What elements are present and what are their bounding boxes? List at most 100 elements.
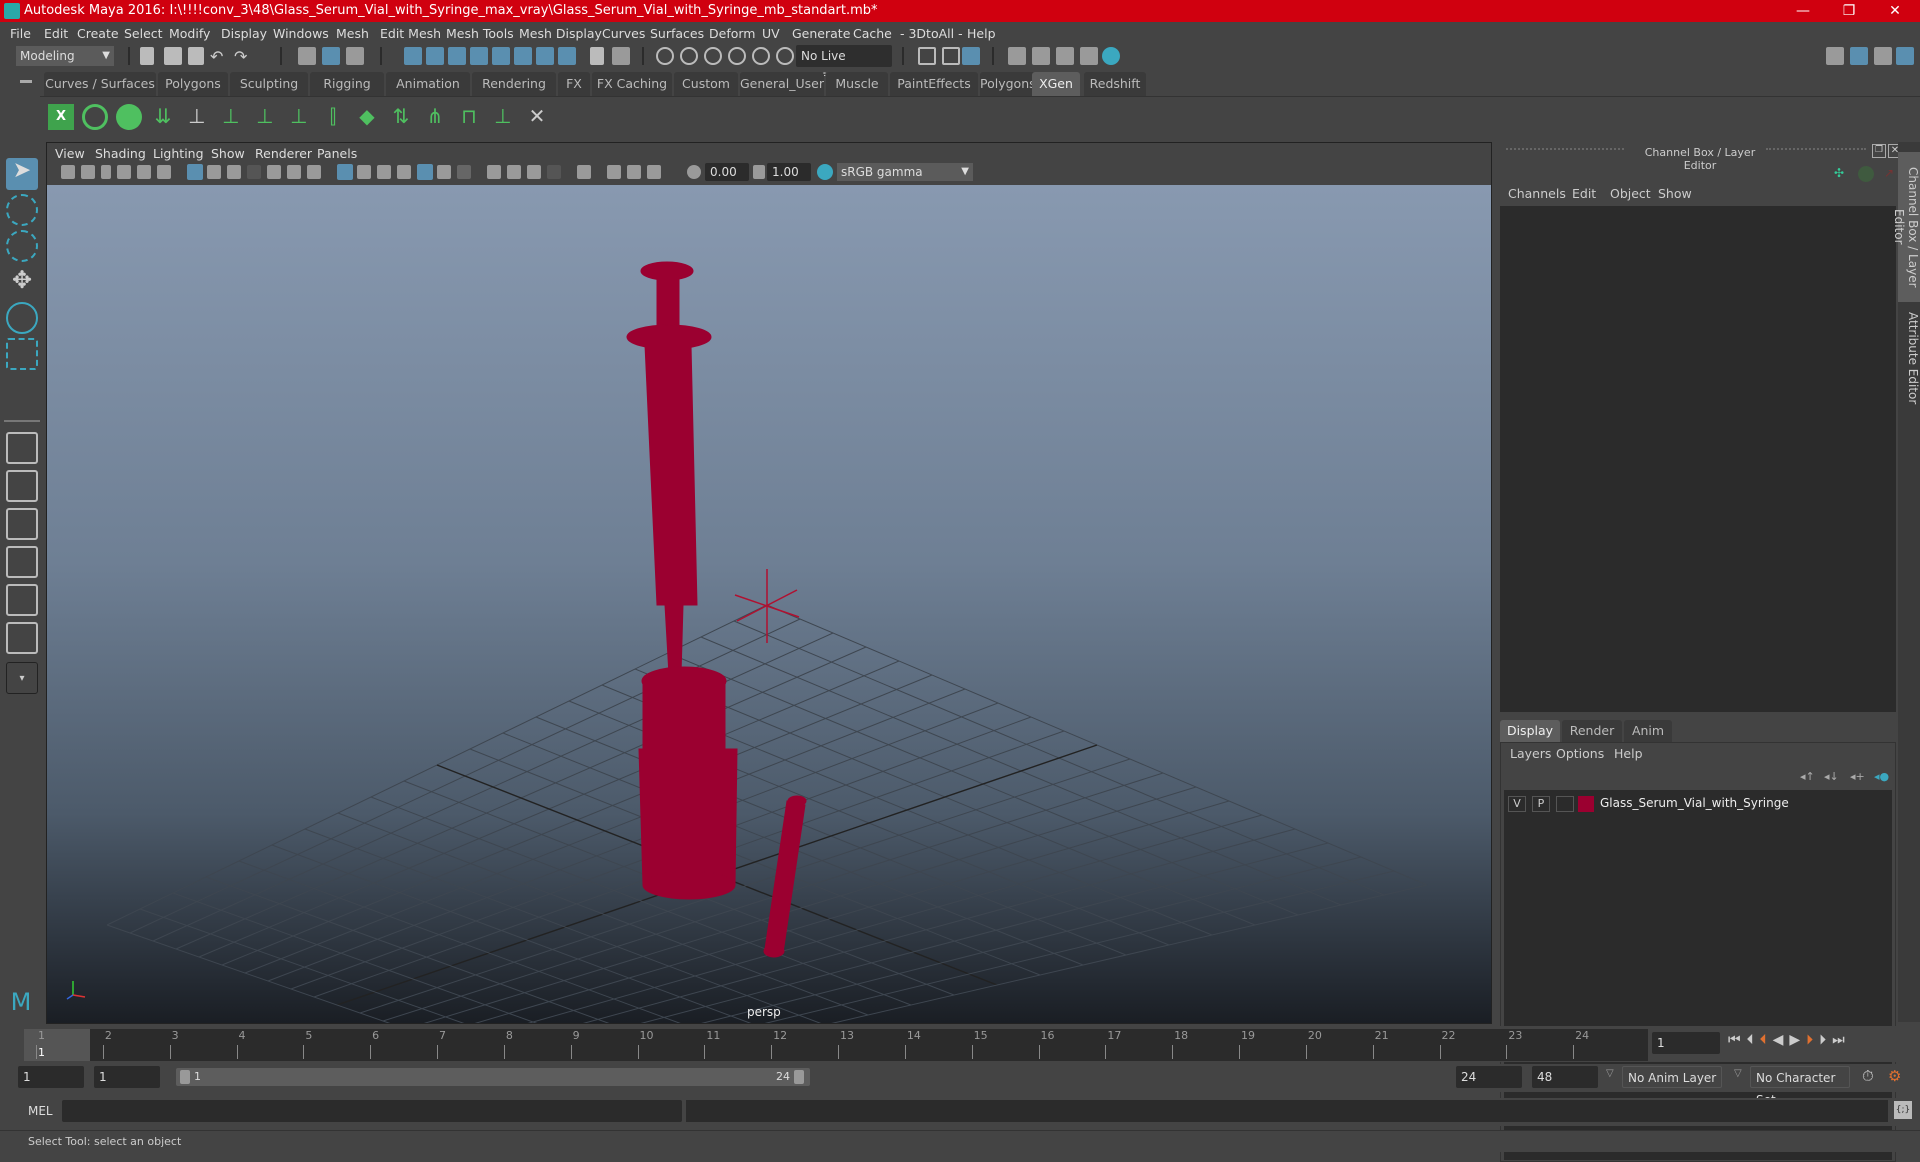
isolate-select-icon[interactable] <box>577 165 591 179</box>
shelf-menu-icon[interactable] <box>20 80 32 83</box>
menu-generate[interactable]: Generate <box>792 26 850 41</box>
layer-playback-toggle[interactable]: P <box>1532 796 1550 812</box>
shelf-tab-fx-caching[interactable]: FX Caching <box>592 72 672 96</box>
snap-point-icon[interactable] <box>704 47 722 65</box>
colorspace-dropdown[interactable]: sRGB gamma ▼ <box>837 163 973 181</box>
new-scene-icon[interactable] <box>140 47 154 65</box>
xgen-add-guide-icon[interactable]: ⇊ <box>150 104 176 130</box>
undo-icon[interactable]: ↶ <box>210 47 228 66</box>
side-tab-attribute-editor[interactable]: Attribute Editor <box>1898 308 1920 408</box>
single-perspective-layout-icon[interactable] <box>6 432 38 464</box>
screen-space-ao-icon[interactable] <box>487 165 501 179</box>
xgen-place-icon[interactable]: ⊥ <box>184 104 210 130</box>
menu-modify[interactable]: Modify <box>169 26 210 41</box>
command-language-label[interactable]: MEL <box>28 1104 53 1118</box>
xgen-cut-icon[interactable]: ⊥ <box>490 104 516 130</box>
menu-help[interactable]: Help <box>967 26 996 41</box>
menu-cache[interactable]: Cache <box>853 26 892 41</box>
menu-3dtoall[interactable]: - 3DtoAll - <box>900 26 963 41</box>
hypershade-layout-icon[interactable] <box>6 584 38 616</box>
motion-blur-icon[interactable] <box>507 165 521 179</box>
vp-menu-lighting[interactable]: Lighting <box>153 146 204 161</box>
go-to-end-icon[interactable]: ⏭ <box>1832 1032 1851 1048</box>
layer-name[interactable]: Glass_Serum_Vial_with_Syringe <box>1600 796 1789 810</box>
xgen-guide-a-icon[interactable]: ⊥ <box>218 104 244 130</box>
xgen-plane-icon[interactable]: ◆ <box>354 104 380 130</box>
ipr-render-icon[interactable] <box>1056 47 1074 65</box>
select-component-icon[interactable] <box>346 47 364 65</box>
side-tab-channel-box[interactable]: Channel Box / Layer Editor <box>1892 152 1920 302</box>
select-tool-icon[interactable]: ➤ <box>6 158 38 190</box>
default-material-icon[interactable] <box>397 165 411 179</box>
hypershade-icon[interactable] <box>1102 47 1120 65</box>
safe-title-icon[interactable] <box>307 165 321 179</box>
shelf-tab-curves-surfaces[interactable]: Curves / Surfaces <box>44 72 156 96</box>
new-layer-icon[interactable]: ◂+ <box>1850 770 1865 783</box>
xray-components-icon[interactable] <box>647 165 661 179</box>
mask-misc-icon[interactable] <box>558 47 576 65</box>
shelf-tab-polygons[interactable]: Polygons <box>158 72 228 96</box>
maximize-button[interactable]: ❐ <box>1826 0 1872 22</box>
shelf-tab-painteffects[interactable]: PaintEffects <box>890 72 978 96</box>
move-layer-up-icon[interactable]: ◂↑ <box>1800 770 1815 783</box>
camera-icon[interactable] <box>61 165 75 179</box>
new-layer-selected-icon[interactable]: ◂● <box>1874 770 1889 783</box>
mask-rendering-icon[interactable] <box>536 47 554 65</box>
vp-menu-panels[interactable]: Panels <box>317 146 357 161</box>
xgen-editor-icon[interactable]: X <box>48 104 74 130</box>
menu-curves[interactable]: Curves <box>602 26 645 41</box>
xray-icon[interactable] <box>607 165 621 179</box>
shadows-icon[interactable] <box>457 165 471 179</box>
shelf-tab-custom[interactable]: Custom <box>674 72 738 96</box>
construction-history-icon[interactable] <box>942 47 960 65</box>
resolution-gate-icon[interactable] <box>227 165 241 179</box>
shelf-tab-general-user[interactable]: General_User <box>740 72 824 96</box>
attribute-editor-icon[interactable] <box>1850 47 1868 65</box>
layer-row[interactable]: V P Glass_Serum_Vial_with_Syringe <box>1506 794 1892 816</box>
sequencer-icon[interactable] <box>962 47 980 65</box>
menu-uv[interactable]: UV <box>762 26 780 41</box>
mask-particles-icon[interactable] <box>514 47 532 65</box>
shelf-tab-xgen[interactable]: XGen <box>1032 72 1080 96</box>
shelf-tab-muscle[interactable]: Muscle <box>826 72 888 96</box>
menu-display[interactable]: Display <box>221 26 267 41</box>
safe-action-icon[interactable] <box>287 165 301 179</box>
persp-outliner-layout-icon[interactable] <box>6 508 38 540</box>
save-scene-icon[interactable] <box>188 47 204 65</box>
lock-icon[interactable] <box>590 47 604 65</box>
menu-file[interactable]: File <box>10 26 31 41</box>
wireframe-on-shaded-icon[interactable] <box>377 165 391 179</box>
mask-all-icon[interactable] <box>404 47 422 65</box>
snap-curve-icon[interactable] <box>680 47 698 65</box>
menu-select[interactable]: Select <box>124 26 163 41</box>
go-to-start-icon[interactable]: ⏮ <box>1728 1032 1747 1048</box>
vp-menu-show[interactable]: Show <box>211 146 245 161</box>
depth-of-field-icon[interactable] <box>547 165 561 179</box>
camera-attributes-icon[interactable] <box>81 165 95 179</box>
lasso-tool-icon[interactable] <box>6 194 38 226</box>
field-chart-icon[interactable] <box>267 165 281 179</box>
menu-deform[interactable]: Deform <box>709 26 755 41</box>
gamma-field[interactable]: 1.00 <box>767 163 811 181</box>
render-settings-icon[interactable] <box>1080 47 1098 65</box>
xgen-delete-icon[interactable]: ✕ <box>524 104 550 130</box>
vial-wireframe[interactable] <box>638 666 738 900</box>
menu-mesh[interactable]: Mesh <box>336 26 369 41</box>
snap-grid-icon[interactable] <box>656 47 674 65</box>
channel-list[interactable] <box>1500 206 1896 712</box>
range-start-handle[interactable] <box>180 1070 190 1084</box>
shelf-tab-sculpting[interactable]: Sculpting <box>230 72 308 96</box>
tab-anim[interactable]: Anim <box>1624 720 1672 742</box>
options-menu[interactable]: Options <box>1556 746 1604 761</box>
menu-edit-mesh[interactable]: Edit Mesh <box>380 26 441 41</box>
playback-end-field[interactable]: 24 <box>1456 1066 1522 1088</box>
redo-icon[interactable]: ↷ <box>234 47 252 66</box>
xgen-guide-c-icon[interactable]: ⊥ <box>286 104 312 130</box>
xgen-comb-icon[interactable]: ⊓ <box>456 104 482 130</box>
range-slider[interactable]: 1 24 <box>176 1068 810 1086</box>
anti-aliasing-icon[interactable] <box>527 165 541 179</box>
grid-icon[interactable] <box>187 164 203 180</box>
layer-display-type-toggle[interactable] <box>1556 796 1574 812</box>
more-layouts-icon[interactable]: ▾ <box>6 662 38 694</box>
current-time-indicator[interactable] <box>24 1029 90 1061</box>
